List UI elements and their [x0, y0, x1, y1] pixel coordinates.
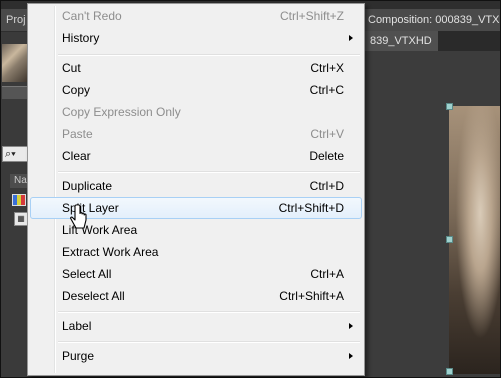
- composition-subtab-bar: 839_VTXHD: [364, 31, 501, 51]
- menu-item-shortcut: Ctrl+V: [310, 127, 344, 141]
- menu-item-label: Copy Expression Only: [62, 105, 181, 119]
- context-menu: Can't Redo Ctrl+Shift+Z History Cut Ctrl…: [27, 3, 365, 376]
- menu-item-cut[interactable]: Cut Ctrl+X: [30, 57, 362, 79]
- menu-item-shortcut: Ctrl+Shift+Z: [279, 9, 344, 23]
- menu-item-paste: Paste Ctrl+V: [30, 123, 362, 145]
- submenu-arrow-icon: [349, 353, 353, 359]
- menu-item-copy[interactable]: Copy Ctrl+C: [30, 79, 362, 101]
- project-search-input[interactable]: ⌕▾: [2, 146, 28, 162]
- menu-item-label: Duplicate: [62, 179, 113, 193]
- composition-item-icon[interactable]: [12, 194, 26, 206]
- menu-item-deselect-all[interactable]: Deselect All Ctrl+Shift+A: [30, 285, 362, 307]
- submenu-arrow-icon: [349, 35, 353, 41]
- menu-item-copy-expression-only: Copy Expression Only: [30, 101, 362, 123]
- layer-transform-handle[interactable]: [446, 236, 453, 243]
- menu-item-label: History: [62, 31, 100, 45]
- menu-item-shortcut: Ctrl+Shift+D: [278, 201, 344, 215]
- menu-item-label: Copy: [62, 83, 91, 97]
- menu-separator: [58, 54, 360, 56]
- menu-item-shortcut: Ctrl+X: [310, 61, 344, 75]
- menu-item-label: Cut: [62, 61, 81, 75]
- menu-item-select-all[interactable]: Select All Ctrl+A: [30, 263, 362, 285]
- footage-item-icon[interactable]: ▦: [14, 212, 28, 226]
- search-icon: ⌕▾: [5, 148, 16, 160]
- footage-thumbnail: [2, 44, 28, 82]
- menu-item-label: Can't Redo: [62, 9, 122, 23]
- menu-item-clear[interactable]: Clear Delete: [30, 145, 362, 167]
- menu-separator: [58, 341, 360, 343]
- layer-transform-handle[interactable]: [446, 368, 453, 375]
- menu-item-cant-redo: Can't Redo Ctrl+Shift+Z: [30, 5, 362, 27]
- menu-item-history[interactable]: History: [30, 27, 362, 49]
- menu-item-label-submenu[interactable]: Label: [30, 315, 362, 337]
- name-column-header[interactable]: Na: [10, 174, 28, 188]
- project-panel-tab[interactable]: Proj: [0, 9, 28, 31]
- layer-transform-handle[interactable]: [446, 103, 453, 110]
- menu-separator: [58, 171, 360, 173]
- menu-separator: [58, 311, 360, 313]
- menu-item-label: Label: [62, 319, 92, 333]
- thumbnail-info-bar: [2, 86, 28, 99]
- menu-item-label: Deselect All: [62, 289, 125, 303]
- menu-item-shortcut: Ctrl+C: [309, 83, 344, 97]
- menu-item-duplicate[interactable]: Duplicate Ctrl+D: [30, 175, 362, 197]
- menu-item-shortcut: Delete: [309, 149, 344, 163]
- menu-item-shortcut: Ctrl+A: [310, 267, 344, 281]
- menu-item-label: Clear: [62, 149, 91, 163]
- menu-item-shortcut: Ctrl+Shift+A: [279, 289, 344, 303]
- menu-item-purge[interactable]: Purge: [30, 345, 362, 367]
- composition-name-tab[interactable]: 839_VTXHD: [364, 31, 438, 51]
- menu-item-label: Purge: [62, 349, 95, 363]
- menu-item-label: Paste: [62, 127, 93, 141]
- hand-pointer-cursor-icon: [70, 204, 87, 229]
- menu-item-shortcut: Ctrl+D: [309, 179, 344, 193]
- menu-item-label: Extract Work Area: [62, 245, 159, 259]
- menu-item-label: Select All: [62, 267, 112, 281]
- footage-layer-preview: [449, 106, 501, 374]
- menu-item-extract-work-area[interactable]: Extract Work Area: [30, 241, 362, 263]
- composition-panel-tab[interactable]: Composition: 000839_VTXHD: [364, 9, 501, 31]
- submenu-arrow-icon: [349, 323, 353, 329]
